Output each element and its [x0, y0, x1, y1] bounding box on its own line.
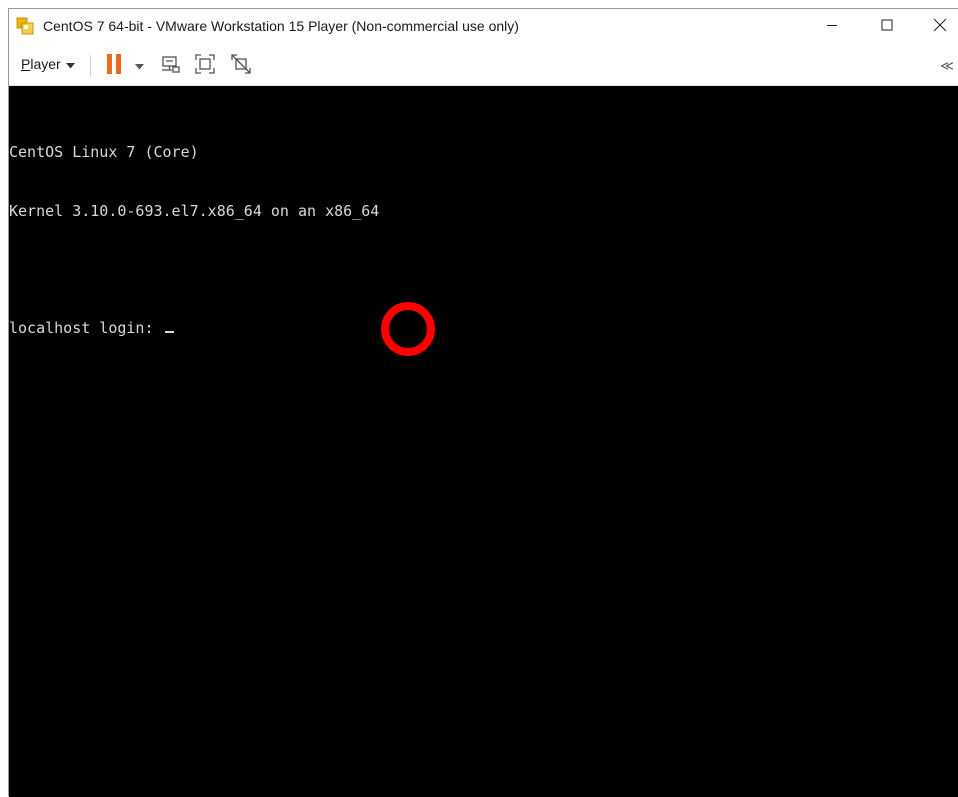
fullscreen-button[interactable]	[193, 53, 217, 80]
player-menu-button[interactable]: Player	[21, 56, 75, 72]
minimize-button[interactable]	[809, 9, 855, 45]
collapse-toolbar-button[interactable]: ≪	[937, 54, 957, 78]
collapse-toolbar-icon: ≪	[940, 58, 954, 74]
vmware-icon	[16, 17, 34, 35]
vm-console[interactable]: CentOS Linux 7 (Core) Kernel 3.10.0-693.…	[9, 86, 958, 797]
pause-icon	[106, 53, 122, 80]
console-line: CentOS Linux 7 (Core)	[9, 143, 199, 161]
maximize-icon	[881, 18, 893, 36]
minimize-icon	[826, 18, 838, 36]
unity-button[interactable]	[229, 53, 253, 80]
login-prompt-line[interactable]: localhost login:	[9, 319, 379, 339]
fullscreen-icon	[194, 53, 216, 80]
pause-button[interactable]	[105, 53, 123, 80]
toolbar-divider	[90, 55, 91, 77]
terminal-output: CentOS Linux 7 (Core) Kernel 3.10.0-693.…	[9, 104, 379, 377]
maximize-button[interactable]	[864, 9, 910, 45]
player-menu-label: Player	[21, 56, 61, 72]
send-ctrl-alt-del-icon	[160, 53, 182, 80]
unity-icon	[230, 53, 252, 80]
chevron-down-icon	[134, 57, 144, 75]
text-cursor	[164, 330, 174, 333]
login-prompt: localhost login:	[9, 318, 163, 337]
toolbar: Player ≪	[9, 45, 958, 86]
console-line: Kernel 3.10.0-693.el7.x86_64 on an x86_6…	[9, 201, 380, 220]
send-ctrl-alt-del-button[interactable]	[159, 54, 183, 78]
close-button[interactable]	[917, 9, 958, 45]
vmware-player-window: CentOS 7 64-bit - VMware Workstation 15 …	[8, 8, 958, 797]
click-marker-ring	[380, 301, 436, 357]
close-icon	[933, 18, 947, 37]
power-options-dropdown[interactable]	[133, 54, 145, 78]
window-title: CentOS 7 64-bit - VMware Workstation 15 …	[43, 18, 519, 34]
title-bar[interactable]: CentOS 7 64-bit - VMware Workstation 15 …	[9, 9, 958, 45]
chevron-down-icon	[65, 56, 75, 72]
